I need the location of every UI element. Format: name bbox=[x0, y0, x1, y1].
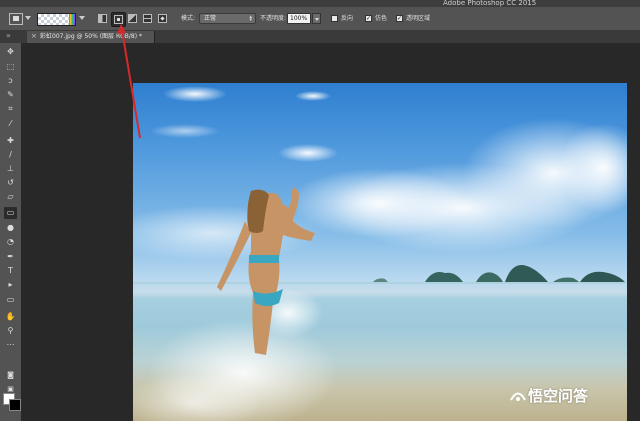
wukong-logo-icon bbox=[510, 392, 526, 401]
watermark-text: 悟空问答 bbox=[528, 387, 589, 405]
annotation-arrow bbox=[117, 24, 141, 139]
